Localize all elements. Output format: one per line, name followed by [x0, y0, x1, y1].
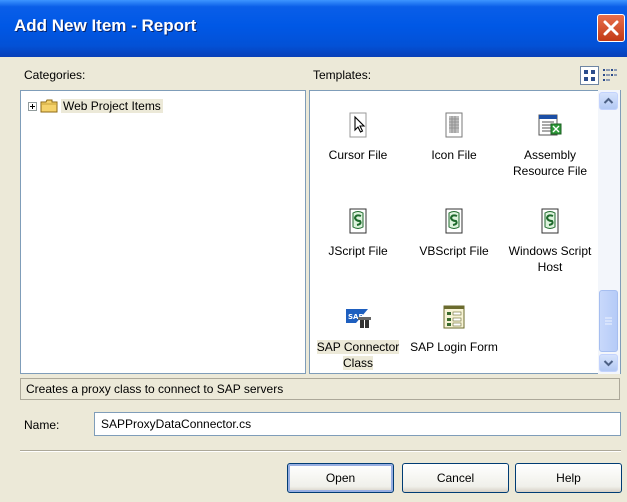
- template-item[interactable]: SAP SAP Connector Class: [310, 303, 406, 373]
- chevron-up-icon: [603, 97, 614, 104]
- list-view-button[interactable]: [601, 66, 620, 85]
- grip-icon: [605, 317, 612, 325]
- templates-label: Templates:: [313, 68, 372, 82]
- cancel-button[interactable]: Cancel: [402, 463, 509, 493]
- vbscript-file-icon: [445, 208, 463, 234]
- template-label: Cursor File: [328, 148, 388, 162]
- open-button[interactable]: Open: [287, 463, 394, 493]
- template-label: VBScript File: [419, 244, 489, 258]
- icon-file-icon: [445, 112, 463, 138]
- close-button[interactable]: [597, 14, 625, 42]
- template-label: Icon File: [431, 148, 477, 162]
- jscript-file-icon: [349, 208, 367, 234]
- scroll-thumb[interactable]: [599, 290, 618, 352]
- template-label: SAP Connector Class: [316, 340, 400, 370]
- cursor-file-icon: [349, 112, 367, 138]
- separator: [20, 450, 621, 452]
- template-item[interactable]: SAP Login Form: [406, 303, 502, 373]
- categories-label: Categories:: [24, 68, 86, 82]
- large-icons-view-button[interactable]: [580, 66, 599, 85]
- template-label: JScript File: [328, 244, 388, 258]
- template-label: SAP Login Form: [410, 340, 498, 354]
- window-title: Add New Item - Report: [14, 16, 197, 35]
- scroll-up-button[interactable]: [599, 92, 618, 110]
- help-button[interactable]: Help: [515, 463, 622, 493]
- template-item[interactable]: Assembly Resource File: [502, 111, 598, 203]
- list-view-icon: [603, 69, 617, 81]
- title-bar[interactable]: Add New Item - Report: [0, 0, 627, 57]
- template-item[interactable]: VBScript File: [406, 207, 502, 299]
- tree-expander-plus-icon[interactable]: [28, 101, 37, 111]
- close-x-icon: [603, 20, 619, 36]
- template-label: Assembly Resource File: [512, 148, 588, 178]
- categories-tree[interactable]: Web Project Items: [20, 90, 306, 374]
- tree-item-web-project-items[interactable]: Web Project Items: [28, 98, 163, 114]
- sap-connector-icon: SAP: [346, 309, 371, 328]
- template-item[interactable]: Windows Script Host: [502, 207, 598, 299]
- template-description: Creates a proxy class to connect to SAP …: [20, 378, 620, 400]
- templates-list[interactable]: Cursor File Icon File Assembly Resource …: [309, 90, 621, 374]
- add-new-item-dialog: Add New Item - Report Categories: Web Pr…: [0, 0, 627, 502]
- folder-icon: [40, 99, 58, 113]
- template-item[interactable]: Cursor File: [310, 111, 406, 203]
- name-input[interactable]: SAPProxyDataConnector.cs: [94, 412, 621, 436]
- template-label: Windows Script Host: [508, 244, 592, 274]
- sap-login-form-icon: [443, 305, 465, 329]
- templates-scrollbar[interactable]: [598, 90, 620, 374]
- windows-script-host-icon: [541, 208, 559, 234]
- chevron-down-icon: [603, 360, 614, 367]
- large-icons-view-icon: [584, 70, 595, 81]
- name-label: Name:: [24, 418, 60, 432]
- template-item[interactable]: Icon File: [406, 111, 502, 203]
- tree-item-label: Web Project Items: [61, 99, 163, 113]
- template-item[interactable]: JScript File: [310, 207, 406, 299]
- scroll-down-button[interactable]: [599, 354, 618, 372]
- assembly-resource-file-icon: [538, 114, 562, 136]
